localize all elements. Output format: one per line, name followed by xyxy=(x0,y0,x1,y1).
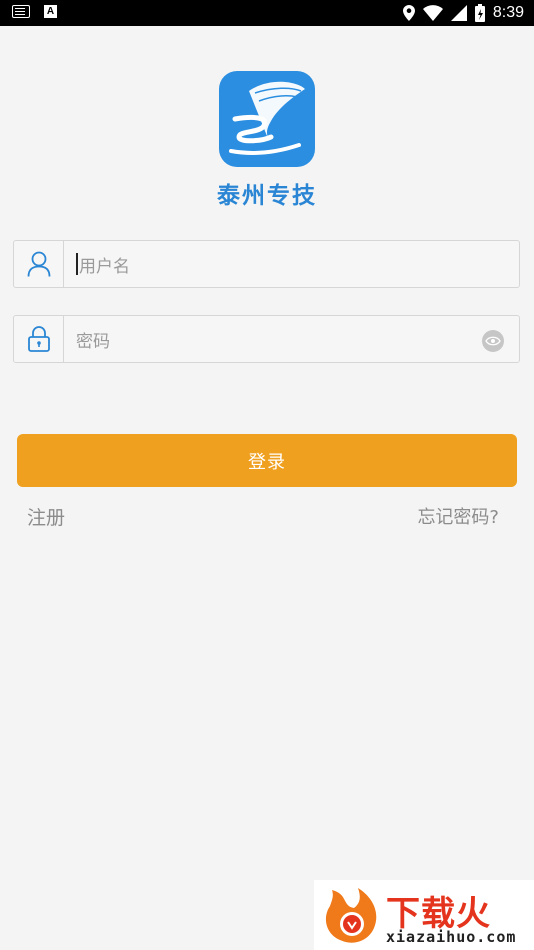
feather-logo-icon xyxy=(229,81,305,155)
password-field[interactable]: 密码 xyxy=(13,315,520,363)
flame-icon xyxy=(325,888,377,943)
status-bar: A 8:39 xyxy=(0,0,534,26)
forgot-password-link[interactable]: 忘记密码? xyxy=(417,503,499,529)
text-a-icon: A xyxy=(44,5,57,18)
lock-icon xyxy=(27,326,50,352)
password-input[interactable]: 密码 xyxy=(76,316,110,362)
username-placeholder: 用户名 xyxy=(79,256,130,277)
username-input[interactable]: 用户名 xyxy=(76,241,130,287)
username-icon-cell xyxy=(14,241,64,287)
username-field[interactable]: 用户名 xyxy=(13,240,520,288)
watermark-url: xiazaihuo.com xyxy=(386,928,517,946)
keyboard-icon xyxy=(12,5,30,18)
user-icon xyxy=(27,251,50,277)
app-logo xyxy=(219,71,315,167)
watermark: 下载火 xiazaihuo.com xyxy=(314,880,534,950)
login-button[interactable]: 登录 xyxy=(17,434,517,487)
text-cursor xyxy=(76,253,78,275)
location-icon xyxy=(402,5,415,21)
status-time: 8:39 xyxy=(492,4,524,21)
password-icon-cell xyxy=(14,316,64,362)
toggle-password-visibility[interactable] xyxy=(482,330,504,352)
wifi-icon xyxy=(422,5,443,21)
eye-icon xyxy=(485,336,501,346)
app-name: 泰州专技 xyxy=(217,183,317,209)
battery-icon xyxy=(474,4,485,22)
signal-icon xyxy=(450,5,467,21)
register-link[interactable]: 注册 xyxy=(27,503,65,530)
password-placeholder: 密码 xyxy=(76,331,110,352)
